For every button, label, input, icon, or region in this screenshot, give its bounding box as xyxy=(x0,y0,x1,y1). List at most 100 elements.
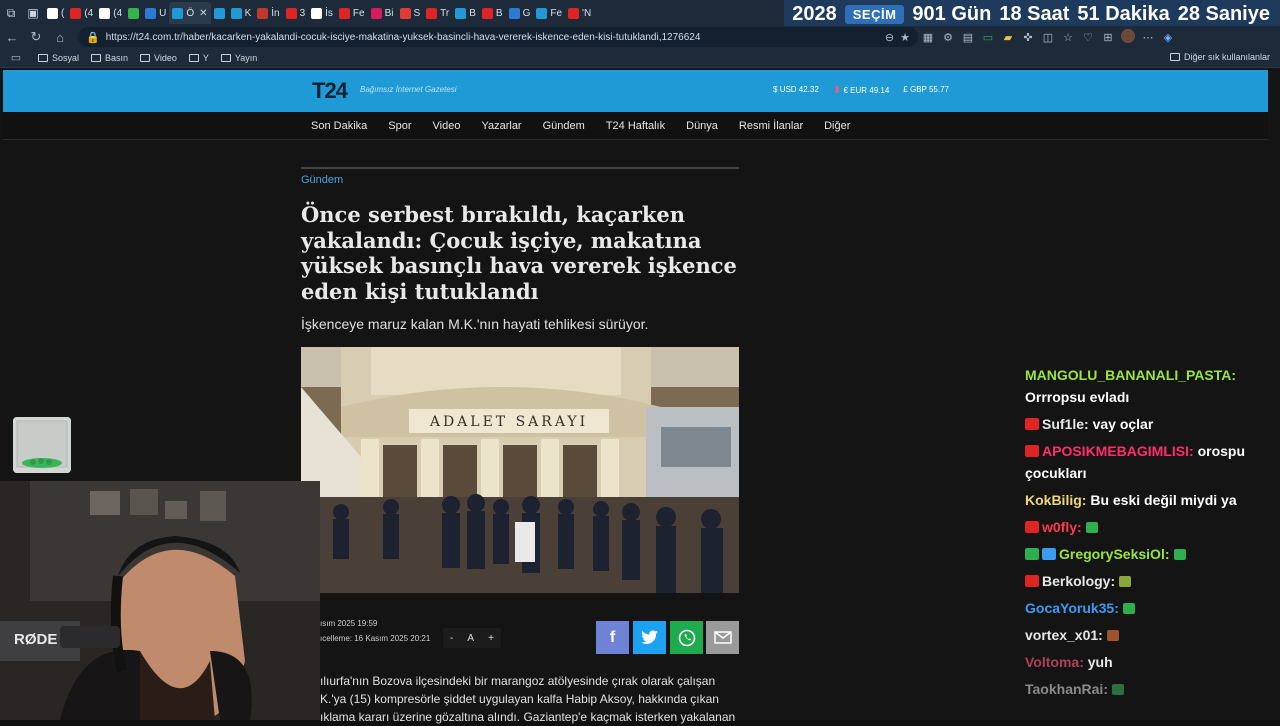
chat-message: vortex_x01: xyxy=(1025,624,1280,646)
copilot-icon[interactable]: ◈ xyxy=(1158,31,1178,44)
bookmark-folder[interactable]: Yayın xyxy=(220,53,257,63)
avatar[interactable] xyxy=(1118,28,1138,46)
tab[interactable]: ( xyxy=(44,2,67,24)
refresh-icon[interactable]: ↻ xyxy=(24,29,48,45)
tab[interactable]: 'N xyxy=(565,2,594,24)
chat-message: GocaYoruk35: xyxy=(1025,597,1280,619)
twitter-icon[interactable] xyxy=(633,621,666,654)
url-text[interactable]: https://t24.com.tr/haber/kacarken-yakala… xyxy=(106,32,879,43)
webcam-overlay: RØDE xyxy=(0,481,320,720)
chat-username: MANGOLU_BANANALI_PASTA xyxy=(1025,367,1232,383)
puzzle-icon[interactable]: ✜ xyxy=(1018,31,1038,44)
webcam-feed: RØDE xyxy=(0,481,320,720)
nav-diger[interactable]: Diğer xyxy=(824,120,850,132)
bookmark-label: Basın xyxy=(105,52,129,63)
body-line: ılıurfa'nın Bozova ilçesindeki bir maran… xyxy=(320,674,716,688)
rate-eur: ⬇ € EUR 49.14 xyxy=(833,85,889,96)
subscriber-badge-icon xyxy=(1025,445,1039,457)
favorites-icon[interactable]: ☆ xyxy=(1058,31,1078,44)
nav-t24-haftalik[interactable]: T24 Haftalık xyxy=(606,120,665,132)
bookmark-folder[interactable]: Y xyxy=(188,53,209,63)
url-bar[interactable]: 🔒 https://t24.com.tr/haber/kacarken-yaka… xyxy=(78,27,918,47)
extension-icon[interactable]: ▰ xyxy=(998,31,1018,44)
tab[interactable]: İn xyxy=(254,2,282,24)
tab[interactable]: G xyxy=(506,2,534,24)
nav-son-dakika[interactable]: Son Dakika xyxy=(311,120,367,132)
tab[interactable]: B xyxy=(452,2,479,24)
nav-spor[interactable]: Spor xyxy=(388,120,411,132)
chat-message: MANGOLU_BANANALI_PASTA: Orrropsu evladı xyxy=(1025,367,1237,405)
tab[interactable] xyxy=(125,2,142,24)
rate-value: EUR 49.14 xyxy=(850,86,890,95)
collections-icon[interactable]: ⊞ xyxy=(1098,31,1118,44)
tab[interactable]: U xyxy=(142,2,169,24)
subscriber-badge-icon xyxy=(1025,418,1039,430)
tab[interactable]: (4 xyxy=(67,2,96,24)
nav-resmi-ilanlar[interactable]: Resmi İlanlar xyxy=(739,120,803,132)
nav-dunya[interactable]: Dünya xyxy=(686,120,718,132)
font-increase-button[interactable]: + xyxy=(488,633,494,644)
rate-gbp: £ GBP 55.77 xyxy=(903,85,949,96)
bookmark-folder[interactable]: Basın xyxy=(91,53,128,63)
extension-icon[interactable]: ▤ xyxy=(958,31,978,44)
more-icon[interactable]: ⋯ xyxy=(1138,31,1158,44)
font-decrease-button[interactable]: - xyxy=(450,633,453,644)
back-icon[interactable]: ← xyxy=(0,30,24,45)
tab[interactable]: 3 xyxy=(283,2,309,24)
lock-icon[interactable]: 🔒 xyxy=(86,31,100,44)
reader-icon[interactable]: ⊖ xyxy=(885,31,894,44)
chat-username: APOSIKMEBAGIMLISI xyxy=(1042,443,1190,459)
favorite-star-icon[interactable]: ★ xyxy=(900,31,910,44)
nav-gundem[interactable]: Gündem xyxy=(543,120,585,132)
workspaces-icon[interactable]: ⧉ xyxy=(0,2,22,24)
tab-active[interactable]: Ö ✕ xyxy=(169,2,211,24)
bookmark-folder[interactable]: Video xyxy=(140,53,177,63)
countdown-days: 901 Gün xyxy=(912,2,992,25)
chat-username: vortex_x01 xyxy=(1025,627,1099,643)
bookmarks-bar: ▭ Sosyal Basın Video Y Yayın Diğer sık k… xyxy=(0,48,1280,68)
title-line: eden kişi tutuklandı xyxy=(301,278,539,304)
article-photo[interactable]: ADALET SARAYI xyxy=(301,347,739,593)
subscriber-badge-icon xyxy=(1025,548,1039,560)
tab[interactable]: Tr xyxy=(423,2,452,24)
folder-icon xyxy=(1169,53,1180,61)
chat-username: KokBilig xyxy=(1025,492,1082,508)
tab[interactable] xyxy=(211,2,228,24)
title-line: yüksek basınçlı hava vererek işkence xyxy=(301,253,737,278)
chat-username: GocaYoruk35 xyxy=(1025,600,1115,616)
bookmark-folder[interactable]: Sosyal xyxy=(38,53,79,63)
tab[interactable]: İs xyxy=(308,2,336,24)
email-icon[interactable] xyxy=(706,621,739,654)
countdown-hours: 18 Saat xyxy=(999,2,1070,25)
heart-icon[interactable]: ♡ xyxy=(1078,31,1098,44)
split-screen-icon[interactable]: ◫ xyxy=(1038,31,1058,44)
chat-text: yuh xyxy=(1087,654,1113,670)
close-tab-icon[interactable]: ✕ xyxy=(199,8,207,19)
site-nav: Son Dakika Spor Video Yazarlar Gündem T2… xyxy=(3,112,1268,140)
article-category[interactable]: Gündem xyxy=(301,174,343,186)
tab[interactable]: Fe xyxy=(336,2,368,24)
nav-video[interactable]: Video xyxy=(433,120,461,132)
tab[interactable]: S xyxy=(397,2,424,24)
tab[interactable]: B xyxy=(479,2,506,24)
extension-icon[interactable]: ▭ xyxy=(978,31,998,44)
vertical-tabs-icon[interactable]: ▣ xyxy=(22,2,44,24)
tab[interactable]: Fe xyxy=(533,2,565,24)
nav-yazarlar[interactable]: Yazarlar xyxy=(481,120,521,132)
subscriber-badge-icon xyxy=(1025,521,1039,533)
folder-icon xyxy=(91,53,102,62)
euro-icon: € xyxy=(843,86,848,95)
extension-icon[interactable]: ▦ xyxy=(918,31,938,44)
site-logo[interactable]: T24 xyxy=(312,78,348,104)
bookmarks-menu-icon[interactable]: ▭ xyxy=(6,51,26,64)
facebook-icon[interactable]: f xyxy=(596,621,629,654)
whatsapp-icon[interactable] xyxy=(670,621,703,654)
address-bar-row: ← ↻ ⌂ 🔒 https://t24.com.tr/haber/kacarke… xyxy=(0,26,1280,48)
tab[interactable]: (4 xyxy=(96,2,125,24)
tab[interactable]: K xyxy=(228,2,255,24)
tab-label: Ö xyxy=(186,7,195,19)
home-icon[interactable]: ⌂ xyxy=(48,30,72,45)
tab[interactable]: Bi xyxy=(368,2,397,24)
other-bookmarks[interactable]: Diğer sık kullanılanlar xyxy=(1169,52,1270,62)
extension-icon[interactable]: ⚙ xyxy=(938,31,958,44)
